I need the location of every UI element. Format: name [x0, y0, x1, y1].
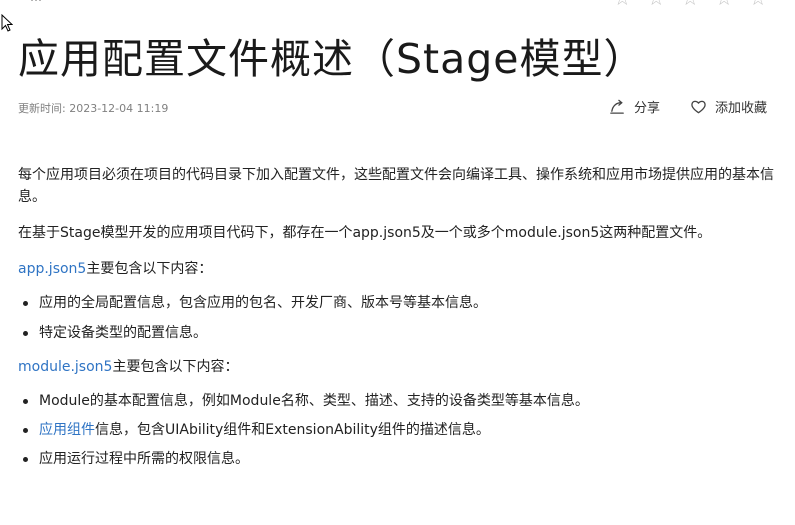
list-item: 应用运行过程中所需的权限信息。 [18, 448, 778, 470]
list-item: 应用组件信息，包含UIAbility组件和ExtensionAbility组件的… [18, 419, 778, 441]
article-body: 每个应用项目必须在项目的代码目录下加入配置文件，这些配置文件会向编译工具、操作系… [18, 164, 778, 477]
app-components-link[interactable]: 应用组件 [39, 422, 95, 438]
star-icon[interactable]: ☆ [647, 0, 665, 8]
page-title: 应用配置文件概述（Stage模型） [18, 35, 646, 83]
star-icon[interactable]: ☆ [681, 0, 699, 8]
module-content-list: Module的基本配置信息，例如Module名称、类型、描述、支持的设备类型等基… [18, 390, 778, 470]
module-json5-link[interactable]: module.json5 [18, 359, 112, 375]
app-content-list: 应用的全局配置信息，包含应用的包名、开发厂商、版本号等基本信息。 特定设备类型的… [18, 292, 778, 344]
intro-paragraph: 每个应用项目必须在项目的代码目录下加入配置文件，这些配置文件会向编译工具、操作系… [18, 167, 774, 205]
page-actions: 分享 添加收藏 [609, 97, 767, 116]
list-item: 应用的全局配置信息，包含应用的包名、开发厂商、版本号等基本信息。 [18, 292, 778, 314]
app-section-heading: app.json5主要包含以下内容： [18, 258, 778, 280]
list-item: 特定设备类型的配置信息。 [18, 322, 778, 344]
rating-stars[interactable]: ☆ ☆ ☆ ☆ ☆ [613, 0, 767, 8]
heart-icon [691, 100, 706, 114]
star-icon[interactable]: ☆ [749, 0, 767, 8]
mouse-cursor-icon [1, 14, 13, 32]
stage-note-paragraph: 在基于Stage模型开发的应用项目代码下，都存在一个app.json5及一个或多… [18, 225, 712, 241]
star-icon[interactable]: ☆ [715, 0, 733, 8]
share-icon [610, 99, 624, 114]
app-json5-link[interactable]: app.json5 [18, 261, 86, 277]
add-favorite-button[interactable]: 添加收藏 [690, 97, 767, 116]
breadcrumb: … [30, 0, 42, 4]
update-time: 更新时间: 2023-12-04 11:19 [18, 102, 169, 115]
share-button[interactable]: 分享 [609, 97, 660, 116]
share-label: 分享 [633, 101, 660, 116]
favorite-label: 添加收藏 [714, 101, 767, 116]
star-icon[interactable]: ☆ [613, 0, 631, 8]
list-item: Module的基本配置信息，例如Module名称、类型、描述、支持的设备类型等基… [18, 390, 778, 412]
module-section-heading: module.json5主要包含以下内容： [18, 356, 778, 378]
list-item-text: 信息，包含UIAbility组件和ExtensionAbility组件的描述信息… [95, 422, 490, 438]
app-section-suffix: 主要包含以下内容： [86, 261, 213, 277]
module-section-suffix: 主要包含以下内容： [112, 359, 239, 375]
